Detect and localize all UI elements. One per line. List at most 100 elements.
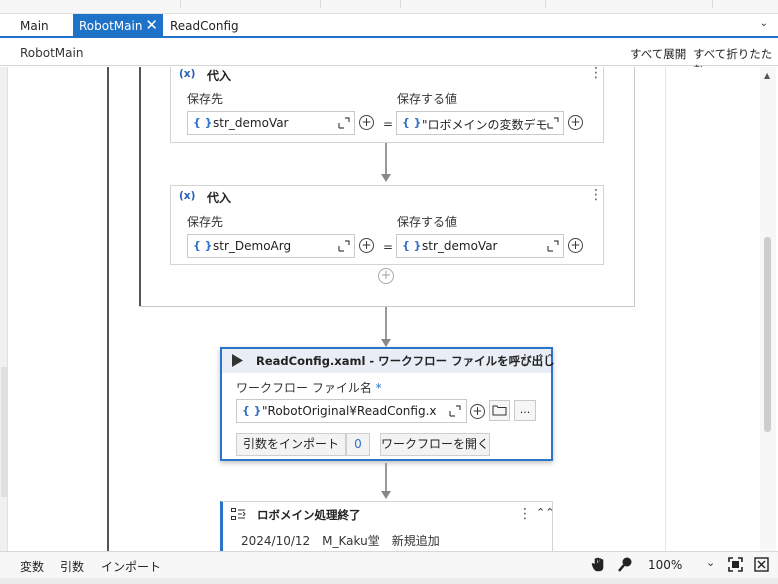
variable-brace-icon: { } xyxy=(242,404,262,417)
strip-separator xyxy=(400,0,401,8)
tab-label: Main xyxy=(20,19,49,33)
more-options-icon[interactable]: ⋮ xyxy=(518,507,532,521)
browse-button[interactable]: ... xyxy=(514,400,536,421)
add-plus-icon[interactable]: + xyxy=(359,115,374,130)
activity-title: 代入 xyxy=(207,191,232,205)
activity-title: ReadConfig.xaml - ワークフロー ファイルを呼び出し xyxy=(256,354,555,368)
add-plus-icon[interactable]: + xyxy=(359,238,374,253)
connector-arrow-icon xyxy=(381,339,391,347)
bottom-strip xyxy=(0,578,778,584)
collapse-icon[interactable]: ⌃⌃ xyxy=(536,352,554,365)
designer-canvas[interactable]: ▲ (x) 代入 ⋮ 保存先 保存する値 { } str_demoVar + =… xyxy=(0,67,778,551)
tab-label: ReadConfig xyxy=(170,19,239,33)
connector-line xyxy=(385,307,387,340)
workflow-file-field[interactable]: { } "RobotOriginal¥ReadConfig.xaml" xyxy=(236,399,467,423)
variables-tab[interactable]: 変数 xyxy=(20,558,44,575)
strip-separator xyxy=(545,0,546,8)
file-name-label: ワークフロー ファイル名 * xyxy=(236,379,382,396)
vertical-scrollbar[interactable]: ▲ xyxy=(760,67,776,551)
left-panel-gutter xyxy=(0,67,8,551)
to-value: str_demoVar xyxy=(213,116,289,130)
imports-tab[interactable]: インポート xyxy=(101,558,161,575)
inner-sequence-left-border xyxy=(139,67,141,307)
add-plus-icon[interactable]: + xyxy=(568,115,583,130)
assign-activity-2[interactable]: (x) 代入 ⋮ 保存先 保存する値 { } str_DemoArg + = {… xyxy=(170,185,604,265)
variable-brace-icon: { } xyxy=(402,239,422,252)
connector-arrow-icon xyxy=(381,491,391,499)
to-field[interactable]: { } str_demoVar xyxy=(187,111,355,135)
to-label: 保存先 xyxy=(187,215,224,229)
close-icon[interactable]: ✕ xyxy=(145,14,158,37)
sequence-border xyxy=(107,67,109,551)
variable-icon: (x) xyxy=(179,190,196,202)
equals-sign: = xyxy=(383,240,394,254)
comment-activity[interactable]: ロボメイン処理終了 ⋮ ⌃⌃ 2024/10/12 M_Kaku堂 新規追加 xyxy=(220,501,554,551)
tab-robotmain[interactable]: RobotMain ✕ xyxy=(73,14,163,38)
file-name-label-text: ワークフロー ファイル名 xyxy=(236,381,372,395)
arguments-tab[interactable]: 引数 xyxy=(60,558,84,575)
add-plus-icon[interactable]: + xyxy=(470,404,485,419)
breadcrumb: RobotMain xyxy=(20,46,84,60)
more-options-icon[interactable]: ⋮ xyxy=(589,188,603,202)
tab-main[interactable]: Main xyxy=(14,14,70,38)
zoom-search-icon[interactable] xyxy=(617,556,633,573)
expand-all-button[interactable]: すべて展開 xyxy=(630,46,686,62)
strip-separator xyxy=(320,0,321,8)
top-toolbar-strip xyxy=(0,0,778,14)
to-label: 保存先 xyxy=(187,92,224,106)
connector-arrow-icon xyxy=(381,174,391,182)
expand-editor-icon[interactable] xyxy=(338,117,350,129)
to-value: str_DemoArg xyxy=(213,239,292,253)
required-mark: * xyxy=(375,381,382,395)
connector-line xyxy=(385,463,387,493)
equals-sign: = xyxy=(383,117,394,131)
value-text: "ロボメインの変数デモ" xyxy=(422,118,547,132)
value-field[interactable]: { } "ロボメインの変数デモ" xyxy=(396,111,564,135)
inner-sequence-bottom-border xyxy=(139,306,635,307)
activity-title: ロボメイン処理終了 xyxy=(257,508,361,522)
argument-count[interactable]: 0 xyxy=(346,433,370,456)
expand-editor-icon[interactable] xyxy=(338,240,350,252)
assign-activity-1[interactable]: (x) 代入 ⋮ 保存先 保存する値 { } str_demoVar + = {… xyxy=(170,67,604,143)
chevron-down-icon[interactable]: ⌄ xyxy=(706,556,715,569)
tab-readconfig[interactable]: ReadConfig xyxy=(164,14,244,38)
collapse-icon[interactable]: ⌃⌃ xyxy=(536,506,554,519)
variable-brace-icon: { } xyxy=(193,239,213,252)
variable-icon: (x) xyxy=(179,68,196,80)
open-workflow-button[interactable]: ワークフローを開く xyxy=(380,433,490,456)
variable-brace-icon: { } xyxy=(193,116,213,129)
left-scroll-thumb[interactable] xyxy=(1,367,7,497)
strip-separator xyxy=(712,0,713,8)
value-field[interactable]: { } str_demoVar xyxy=(396,234,564,258)
scroll-up-icon[interactable]: ▲ xyxy=(764,71,770,80)
chevron-down-icon[interactable]: ⌄ xyxy=(760,18,768,29)
scroll-thumb[interactable] xyxy=(764,237,771,432)
zoom-level[interactable]: 100% xyxy=(648,558,682,572)
inner-sequence-right-border xyxy=(634,67,635,307)
expand-editor-icon[interactable] xyxy=(547,117,559,129)
value-label: 保存する値 xyxy=(397,215,458,229)
expand-editor-icon[interactable] xyxy=(449,405,461,417)
add-activity-icon[interactable]: + xyxy=(378,268,394,284)
designer-header: RobotMain すべて展開 すべて折りたたむ xyxy=(0,40,778,77)
import-arguments-button[interactable]: 引数をインポート xyxy=(236,433,346,456)
add-plus-icon[interactable]: + xyxy=(568,238,583,253)
document-tab-bar: Main RobotMain ✕ ReadConfig xyxy=(0,14,778,38)
tab-label: RobotMain xyxy=(79,19,143,33)
invoke-workflow-activity[interactable]: ReadConfig.xaml - ワークフロー ファイルを呼び出し ⋮ ⌃⌃ … xyxy=(220,347,555,461)
to-field[interactable]: { } str_DemoArg xyxy=(187,234,355,258)
hand-pan-icon[interactable] xyxy=(591,556,607,573)
expand-editor-icon[interactable] xyxy=(547,240,559,252)
comment-icon xyxy=(231,508,246,520)
fit-to-screen-icon[interactable] xyxy=(728,557,743,572)
folder-icon[interactable] xyxy=(489,400,510,421)
more-options-icon[interactable]: ⋮ xyxy=(589,67,603,80)
play-icon xyxy=(232,354,243,367)
panel-divider xyxy=(665,67,666,551)
more-options-icon[interactable]: ⋮ xyxy=(518,353,532,367)
overview-icon[interactable] xyxy=(754,557,769,572)
value-label: 保存する値 xyxy=(397,92,458,106)
connector-line xyxy=(385,143,387,176)
activity-title: 代入 xyxy=(207,69,232,83)
strip-separator xyxy=(180,0,181,8)
